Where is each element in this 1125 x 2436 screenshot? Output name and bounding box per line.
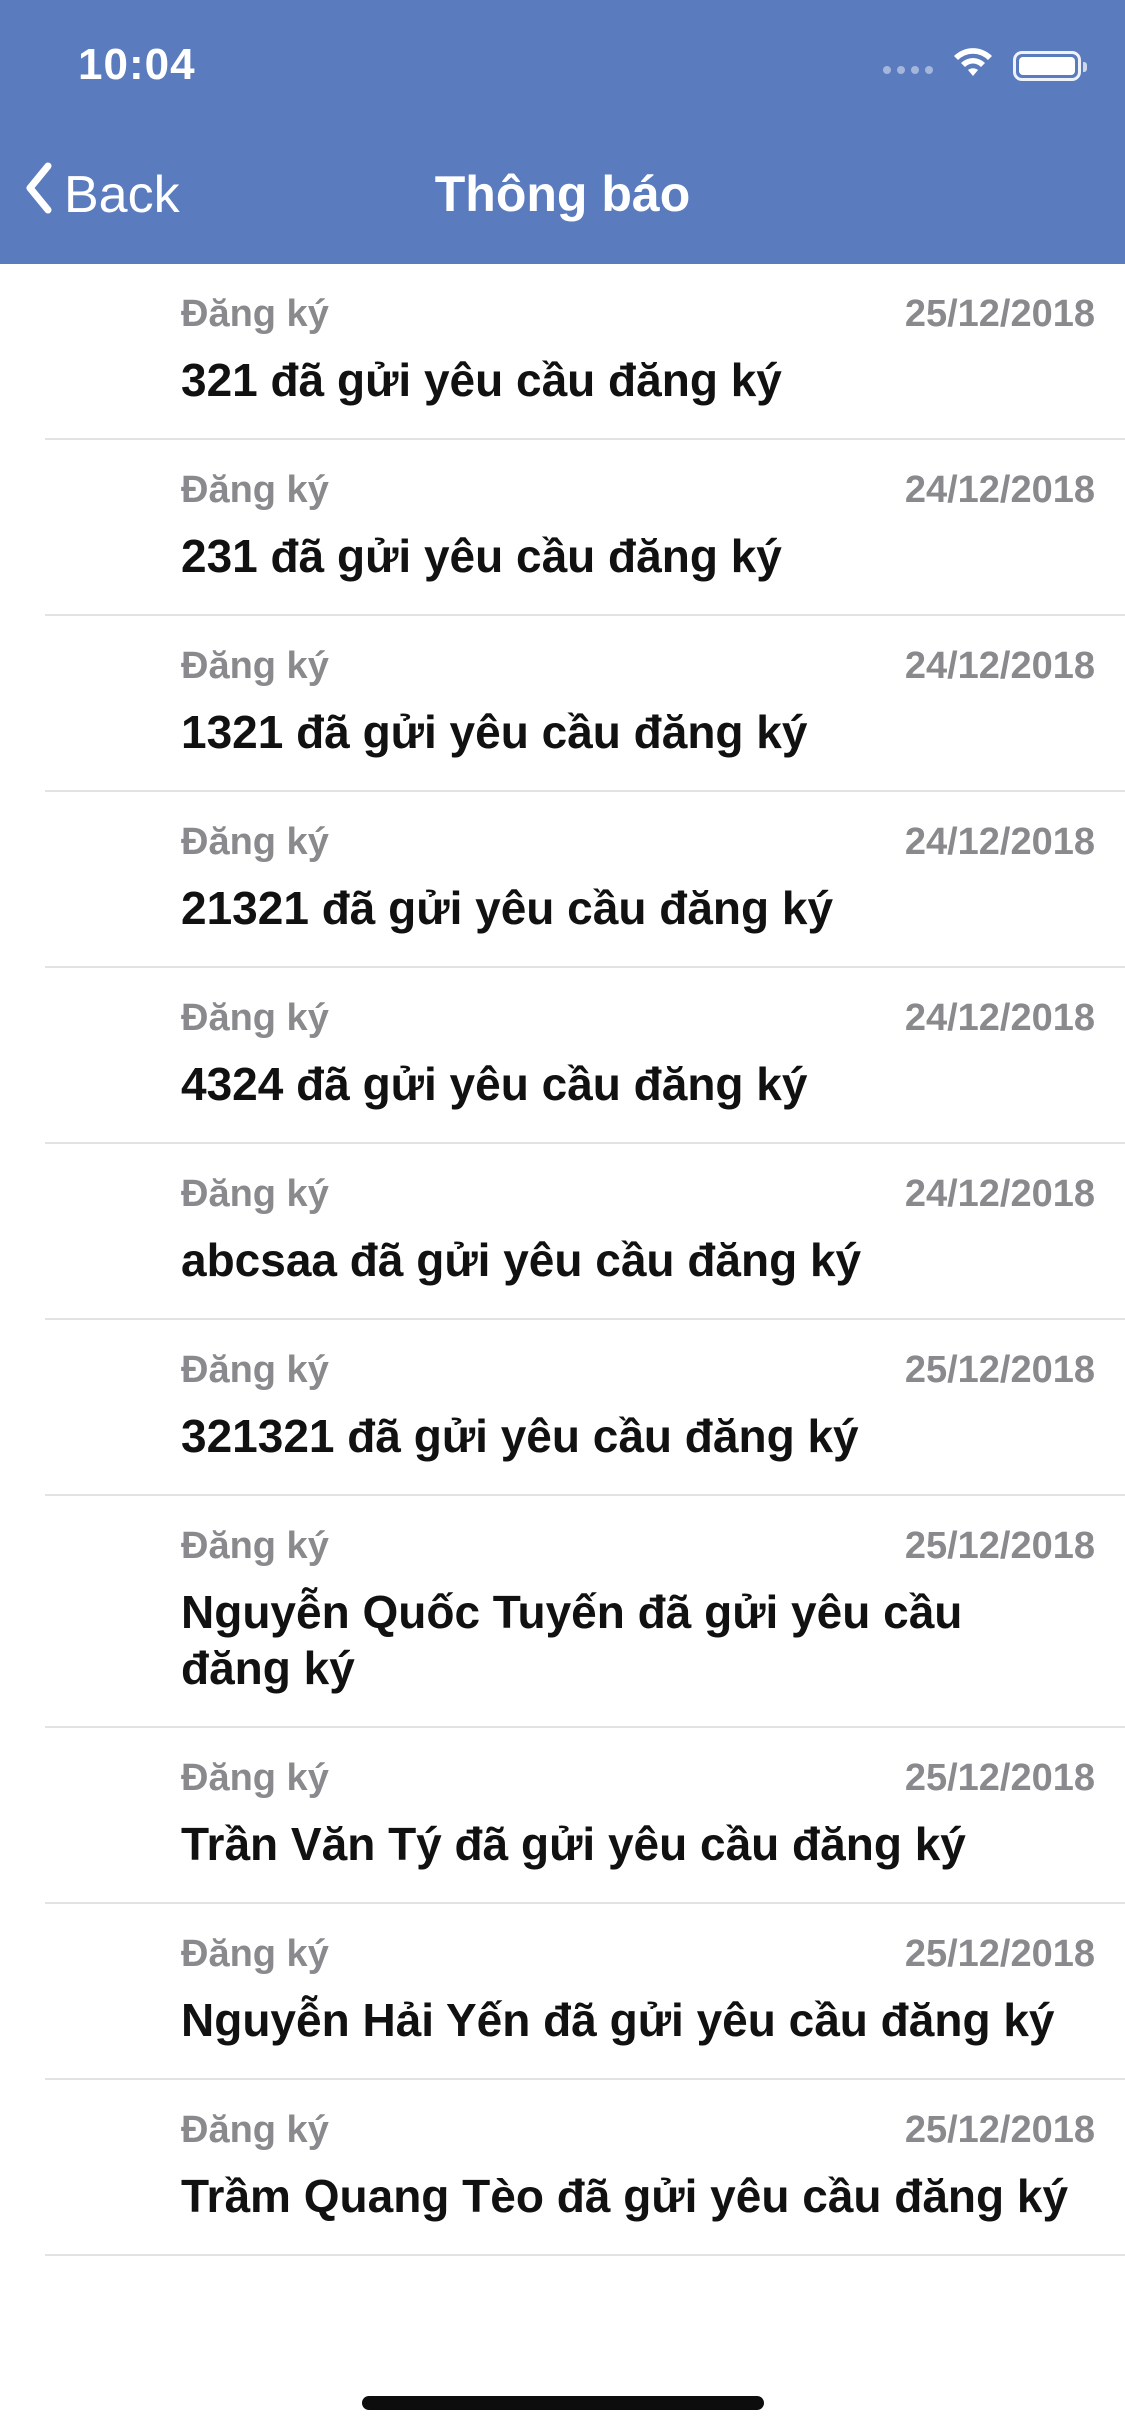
- notification-message: 321321 đã gửi yêu cầu đăng ký: [181, 1410, 859, 1462]
- notification-message: Nguyễn Quốc Tuyến đã gửi yêu cầu đăng ký: [181, 1586, 963, 1694]
- notification-category: Đăng ký: [181, 996, 329, 1039]
- notification-date: 24/12/2018: [904, 644, 1095, 687]
- page-title: Thông báo: [434, 166, 691, 222]
- navigation-bar: 10:04 Back Thông báo: [0, 0, 1125, 264]
- notification-category: Đăng ký: [181, 292, 329, 335]
- notification-category: Đăng ký: [181, 1348, 329, 1391]
- list-item[interactable]: Đăng ký 24/12/2018 1321 đã gửi yêu cầu đ…: [45, 616, 1125, 792]
- notification-date: 24/12/2018: [904, 1172, 1095, 1215]
- notification-category: Đăng ký: [181, 2108, 329, 2151]
- notification-category: Đăng ký: [181, 644, 329, 687]
- notification-message: 321 đã gửi yêu cầu đăng ký: [181, 354, 782, 406]
- list-item[interactable]: Đăng ký 24/12/2018 231 đã gửi yêu cầu đă…: [45, 440, 1125, 616]
- notification-message: 21321 đã gửi yêu cầu đăng ký: [181, 882, 834, 934]
- notification-category: Đăng ký: [181, 1524, 329, 1567]
- list-item[interactable]: Đăng ký 25/12/2018 Nguyễn Quốc Tuyến đã …: [45, 1496, 1125, 1728]
- list-item[interactable]: Đăng ký 24/12/2018 abcsaa đã gửi yêu cầu…: [45, 1144, 1125, 1320]
- notification-date: 25/12/2018: [904, 1348, 1095, 1391]
- notification-category: Đăng ký: [181, 820, 329, 863]
- notification-list: Đăng ký 25/12/2018 321 đã gửi yêu cầu đă…: [0, 264, 1125, 2256]
- notification-message: Nguyễn Hải Yến đã gửi yêu cầu đăng ký: [181, 1994, 1055, 2046]
- notification-category: Đăng ký: [181, 1172, 329, 1215]
- list-item[interactable]: Đăng ký 25/12/2018 Trần Văn Tý đã gửi yê…: [45, 1728, 1125, 1904]
- list-item[interactable]: Đăng ký 24/12/2018 4324 đã gửi yêu cầu đ…: [45, 968, 1125, 1144]
- notification-date: 25/12/2018: [904, 1932, 1095, 1975]
- notification-message: 231 đã gửi yêu cầu đăng ký: [181, 530, 782, 582]
- home-indicator[interactable]: [362, 2396, 764, 2410]
- notification-date: 25/12/2018: [904, 1524, 1095, 1567]
- list-item[interactable]: Đăng ký 25/12/2018 Nguyễn Hải Yến đã gửi…: [45, 1904, 1125, 2080]
- notification-message: 4324 đã gửi yêu cầu đăng ký: [181, 1058, 808, 1110]
- notification-date: 24/12/2018: [904, 996, 1095, 1039]
- notification-date: 24/12/2018: [904, 820, 1095, 863]
- list-item[interactable]: Đăng ký 24/12/2018 21321 đã gửi yêu cầu …: [45, 792, 1125, 968]
- notification-message: Trần Văn Tý đã gửi yêu cầu đăng ký: [181, 1818, 966, 1870]
- status-indicators: [883, 46, 1087, 85]
- wifi-icon: [951, 46, 995, 85]
- list-item[interactable]: Đăng ký 25/12/2018 321321 đã gửi yêu cầu…: [45, 1320, 1125, 1496]
- list-item[interactable]: Đăng ký 25/12/2018 321 đã gửi yêu cầu đă…: [45, 264, 1125, 440]
- signal-icon: [883, 65, 933, 74]
- notification-date: 24/12/2018: [904, 468, 1095, 511]
- notification-category: Đăng ký: [181, 1756, 329, 1799]
- notification-date: 25/12/2018: [904, 292, 1095, 335]
- notification-message: abcsaa đã gửi yêu cầu đăng ký: [181, 1234, 862, 1286]
- notification-message: Trầm Quang Tèo đã gửi yêu cầu đăng ký: [181, 2170, 1069, 2222]
- notification-category: Đăng ký: [181, 1932, 329, 1975]
- list-item[interactable]: Đăng ký 25/12/2018 Trầm Quang Tèo đã gửi…: [45, 2080, 1125, 2256]
- notification-date: 25/12/2018: [904, 2108, 1095, 2151]
- battery-icon: [1013, 50, 1087, 81]
- notification-date: 25/12/2018: [904, 1756, 1095, 1799]
- status-time: 10:04: [78, 40, 196, 89]
- notification-message: 1321 đã gửi yêu cầu đăng ký: [181, 706, 808, 758]
- notification-category: Đăng ký: [181, 468, 329, 511]
